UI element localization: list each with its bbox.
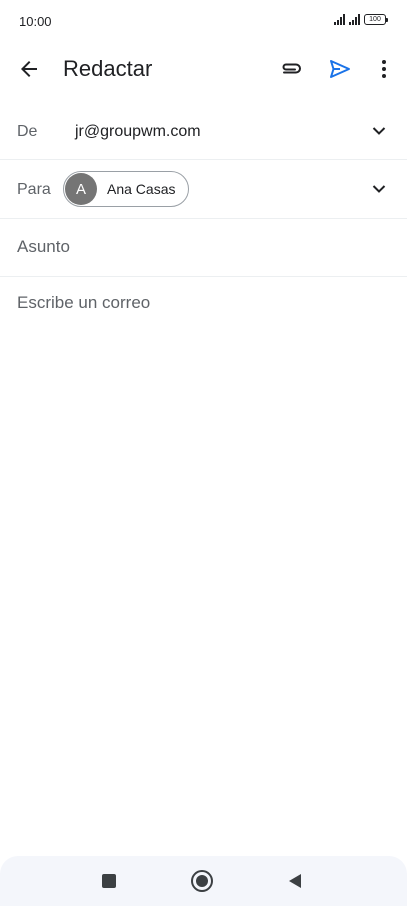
avatar: A xyxy=(65,173,97,205)
to-expand-button[interactable] xyxy=(368,178,390,200)
attach-button[interactable] xyxy=(273,51,309,87)
from-expand-button[interactable] xyxy=(368,120,390,142)
paperclip-icon xyxy=(282,63,301,74)
system-nav-bar xyxy=(0,856,407,906)
home-button[interactable] xyxy=(188,867,216,895)
to-label: Para xyxy=(17,181,51,198)
signal-icon xyxy=(349,13,360,25)
send-icon xyxy=(330,60,350,78)
back-button[interactable] xyxy=(11,51,47,87)
recipient-name: Ana Casas xyxy=(107,181,176,197)
send-button[interactable] xyxy=(322,51,358,87)
more-options-button[interactable] xyxy=(366,51,402,87)
arrow-left-icon xyxy=(21,61,37,77)
triangle-back-icon xyxy=(289,874,301,888)
signal-icon xyxy=(334,13,345,25)
page-title: Redactar xyxy=(63,56,153,81)
subject-row xyxy=(0,219,407,277)
from-address: jr@groupwm.com xyxy=(75,123,201,140)
recipient-chip[interactable]: A Ana Casas xyxy=(63,171,189,207)
from-label: De xyxy=(17,123,38,140)
circle-home-icon xyxy=(191,870,213,892)
recents-button[interactable] xyxy=(95,867,123,895)
chevron-down-icon xyxy=(372,127,386,135)
chevron-down-icon xyxy=(372,185,386,193)
status-bar: 10:00 100 xyxy=(0,0,407,44)
status-time: 10:00 xyxy=(19,14,52,29)
from-row[interactable]: De jr@groupwm.com xyxy=(0,102,407,160)
to-row[interactable]: Para A Ana Casas xyxy=(0,160,407,219)
more-vert-icon xyxy=(382,60,386,78)
square-icon xyxy=(102,874,116,888)
body-input[interactable] xyxy=(17,293,387,833)
battery-icon: 100 xyxy=(364,13,388,25)
subject-input[interactable] xyxy=(17,237,387,257)
system-back-button[interactable] xyxy=(281,867,309,895)
app-toolbar: Redactar xyxy=(0,44,407,94)
status-icons: 100 xyxy=(334,13,388,25)
